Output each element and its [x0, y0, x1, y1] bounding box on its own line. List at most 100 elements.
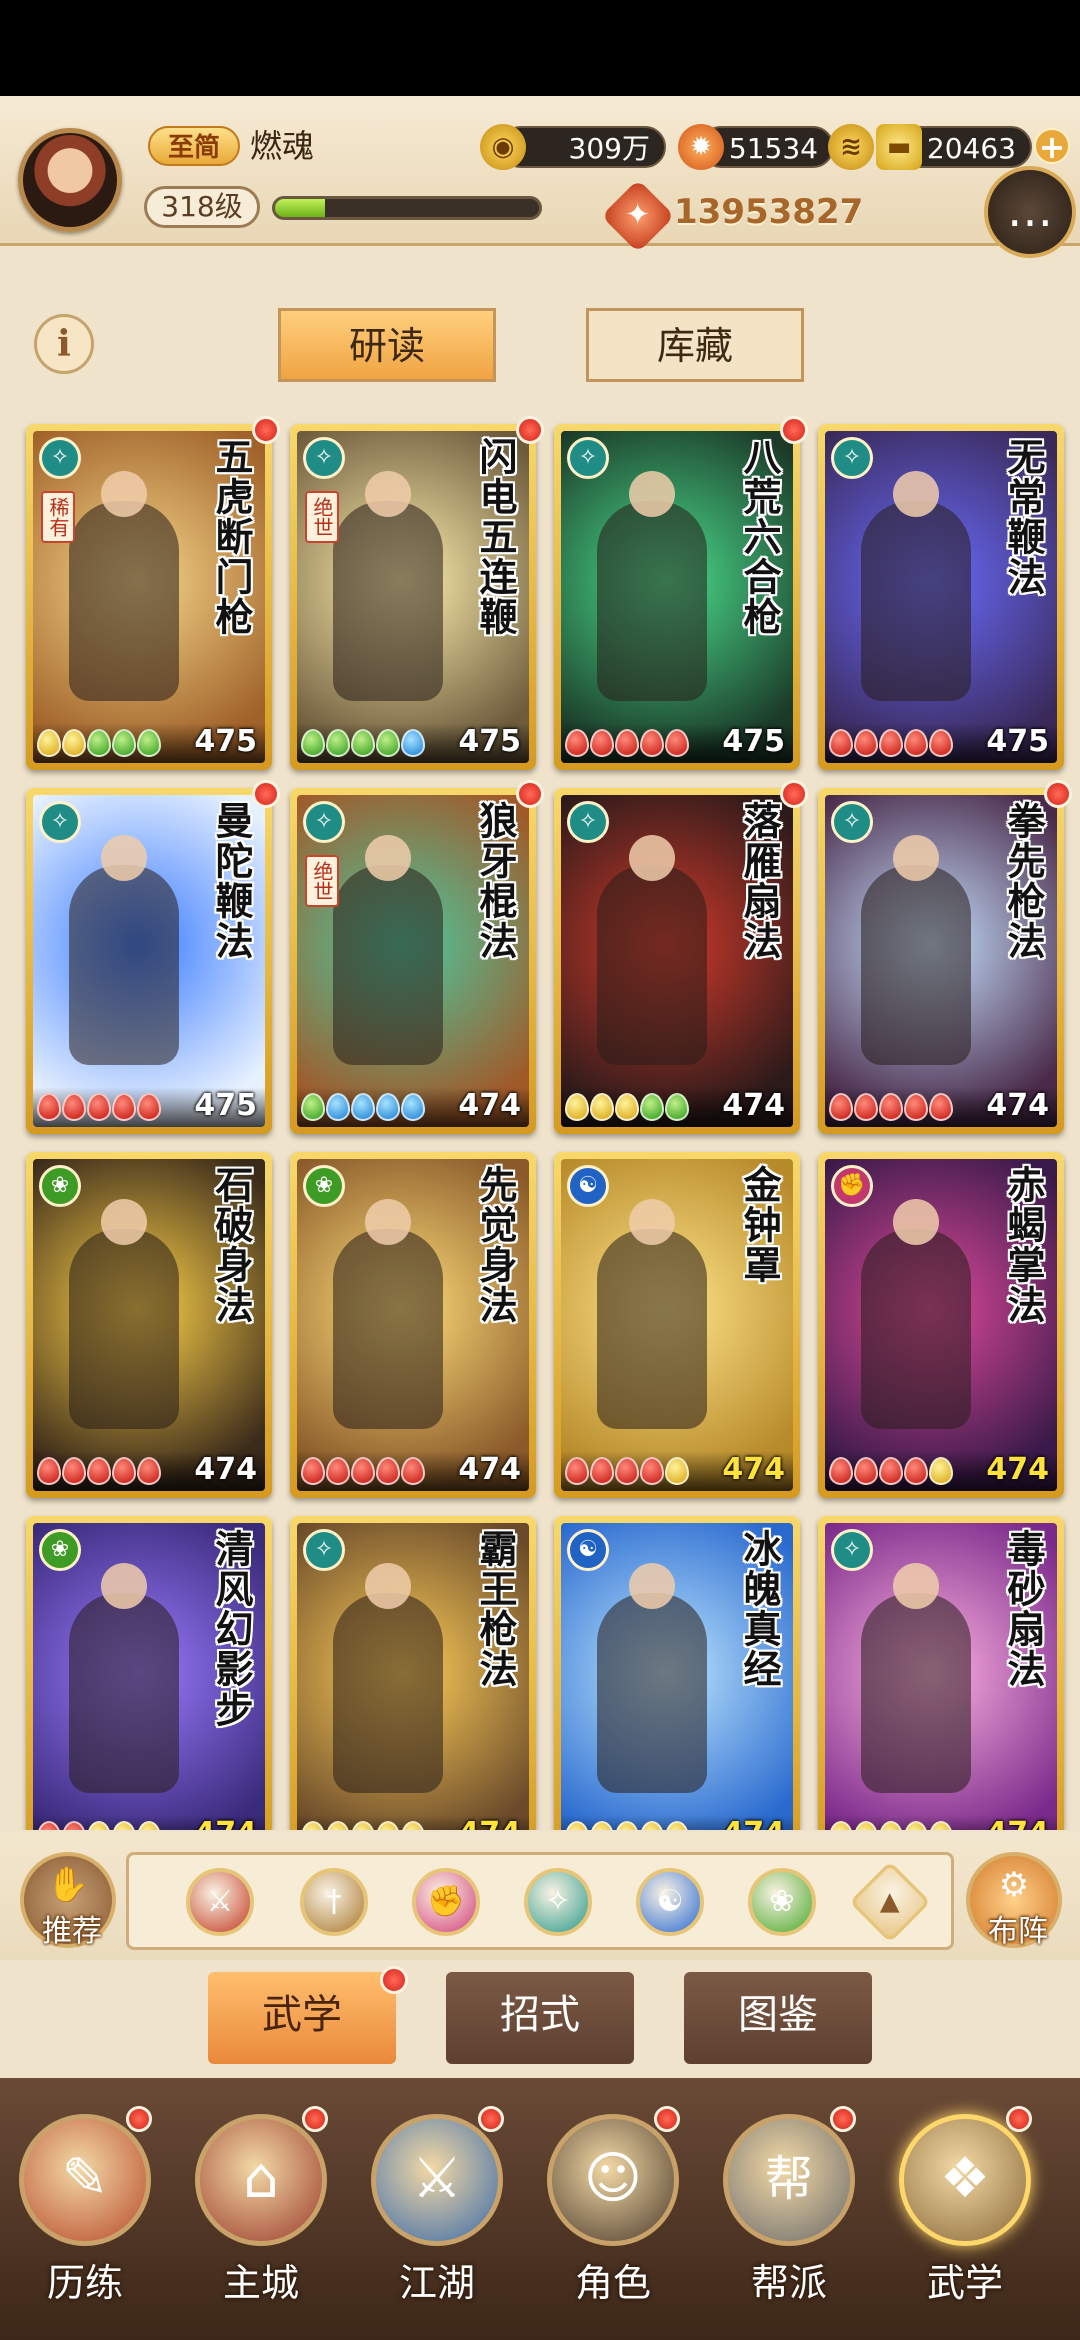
avatar[interactable]: [18, 128, 122, 232]
nav-scroll[interactable]: ❖ 武学: [890, 2100, 1040, 2330]
character-icon: ☺: [547, 2114, 679, 2246]
skill-card-level: 474: [986, 1452, 1049, 1487]
skill-card-frame: ❀ 石破身法 474: [33, 1159, 265, 1491]
meridian-drops: [565, 1821, 689, 1830]
recharge-plus-button[interactable]: +: [1034, 128, 1070, 164]
formation-button[interactable]: ⚙ 布阵: [966, 1852, 1062, 1949]
nav-label: 主城: [222, 2261, 299, 2305]
fist-icon: ✊: [831, 1165, 873, 1207]
character-figure: [333, 1593, 443, 1793]
filter-sword-icon[interactable]: ⚔: [186, 1868, 254, 1936]
skill-card-title: 赤蝎掌法: [1001, 1165, 1046, 1325]
drop-icon: [640, 1457, 664, 1485]
nav-training[interactable]: ✎ 历练: [10, 2100, 160, 2330]
drop-icon: [376, 1093, 400, 1121]
drop-icon: [137, 1457, 161, 1485]
skill-card[interactable]: ✧ 曼陀鞭法 475: [26, 780, 280, 1134]
drop-icon: [565, 729, 589, 757]
skill-card-title: 霸王枪法: [473, 1529, 518, 1689]
info-button[interactable]: i: [34, 314, 94, 374]
skill-card-title: 八荒六合枪: [737, 437, 782, 637]
nav-character[interactable]: ☺ 角色: [538, 2100, 688, 2330]
drop-icon: [640, 1093, 664, 1121]
drop-icon: [376, 1821, 400, 1830]
skill-card[interactable]: ✧ 绝世 狼牙棍法 474: [290, 780, 544, 1134]
drop-icon: [854, 1457, 878, 1485]
character-head: [365, 1563, 411, 1609]
nav-guild[interactable]: 帮帮派: [714, 2100, 864, 2330]
spear-icon: ✧: [545, 1884, 571, 1919]
character-figure: [333, 1229, 443, 1429]
filter-blade-icon[interactable]: †: [300, 1868, 368, 1936]
skill-card[interactable]: ✧ 八荒六合枪 475: [554, 416, 808, 770]
skill-card-title: 曼陀鞭法: [209, 801, 254, 961]
leaf-swirl-icon: ❀: [769, 1884, 795, 1919]
drop-icon: [62, 1457, 86, 1485]
recommend-button[interactable]: ✋ 推荐: [20, 1852, 116, 1949]
meridian-drops: [37, 1093, 161, 1121]
drop-icon: [665, 1093, 689, 1121]
filter-fist-icon[interactable]: ✊: [412, 1868, 480, 1936]
skill-card[interactable]: ✧ 稀有 五虎断门枪 475: [26, 416, 280, 770]
skill-card[interactable]: ✧ 毒砂扇法 474: [818, 1516, 1064, 1830]
skill-card-level: 475: [722, 724, 785, 759]
filter-yin-yang-icon[interactable]: ☯: [636, 1868, 704, 1936]
skill-card[interactable]: ❀ 石破身法 474: [26, 1152, 272, 1498]
drop-icon: [87, 1093, 111, 1121]
nav-sword[interactable]: ⚔ 江湖: [362, 2100, 512, 2330]
skill-card[interactable]: ☯ 冰魄真经 474: [554, 1516, 800, 1830]
spear-icon: ✧: [303, 1529, 345, 1571]
drop-icon: [326, 1457, 350, 1485]
tab-store[interactable]: 库藏: [586, 308, 804, 382]
drop-icon: [351, 1457, 375, 1485]
nav-label: 武学: [926, 2261, 1003, 2305]
drop-icon: [854, 1821, 878, 1830]
skill-card[interactable]: ✧ 霸王枪法 474: [290, 1516, 536, 1830]
drop-icon: [929, 1457, 953, 1485]
skill-card-level: 474: [458, 1088, 521, 1123]
notification-dot: [1006, 2106, 1032, 2132]
notification-dot: [252, 416, 280, 444]
drop-icon: [326, 729, 350, 757]
nav-city-gate[interactable]: ⌂ 主城: [186, 2100, 336, 2330]
character-head: [893, 1563, 939, 1609]
character-figure: [69, 865, 179, 1065]
player-name: 燃魂: [250, 127, 315, 165]
meridian-drops: [829, 1821, 953, 1830]
drop-icon: [879, 1821, 903, 1830]
skill-card[interactable]: ❀ 先觉身法 474: [290, 1152, 536, 1498]
drop-icon: [854, 729, 878, 757]
drop-icon: [326, 1093, 350, 1121]
spear-icon: ✧: [39, 437, 81, 479]
subtab-tujian[interactable]: 图鉴: [684, 1972, 872, 2064]
subtab-wuxue[interactable]: 武学: [208, 1972, 396, 2064]
skill-card[interactable]: ✧ 落雁扇法 474: [554, 780, 808, 1134]
skill-card[interactable]: ❀ 清风幻影步 474: [26, 1516, 272, 1830]
character-head: [893, 1199, 939, 1245]
formation-label: 布阵: [988, 1914, 1048, 1949]
tab-read[interactable]: 研读: [278, 308, 496, 382]
subtab-zhaoshi[interactable]: 招式: [446, 1972, 634, 2064]
drop-icon: [879, 729, 903, 757]
skill-card-level: 475: [458, 724, 521, 759]
skill-card-frame: ✧ 霸王枪法 474: [297, 1523, 529, 1830]
skill-card[interactable]: ☯ 金钟罩 474: [554, 1152, 800, 1498]
notification-dot: [780, 416, 808, 444]
exp-bar-fill: [275, 199, 326, 217]
character-figure: [597, 865, 707, 1065]
meridian-drops: [565, 1457, 689, 1485]
skill-card[interactable]: ✧ 无常鞭法 475: [818, 424, 1064, 770]
collapse-icon: ▲: [880, 1886, 900, 1917]
status-bar: [0, 0, 1080, 96]
character-head: [365, 471, 411, 517]
spear-icon: ✧: [831, 437, 873, 479]
skill-card[interactable]: ✊ 赤蝎掌法 474: [818, 1152, 1064, 1498]
skill-card-level: 474: [722, 1816, 785, 1830]
skill-card-level: 474: [458, 1452, 521, 1487]
chat-bubble-icon[interactable]: …: [984, 166, 1076, 258]
filter-spear-icon[interactable]: ✧: [524, 1868, 592, 1936]
filter-leaf-swirl-icon[interactable]: ❀: [748, 1868, 816, 1936]
drop-icon: [351, 1821, 375, 1830]
skill-card[interactable]: ✧ 绝世 闪电五连鞭 475: [290, 416, 544, 770]
skill-card[interactable]: ✧ 拳先枪法 474: [818, 780, 1072, 1134]
